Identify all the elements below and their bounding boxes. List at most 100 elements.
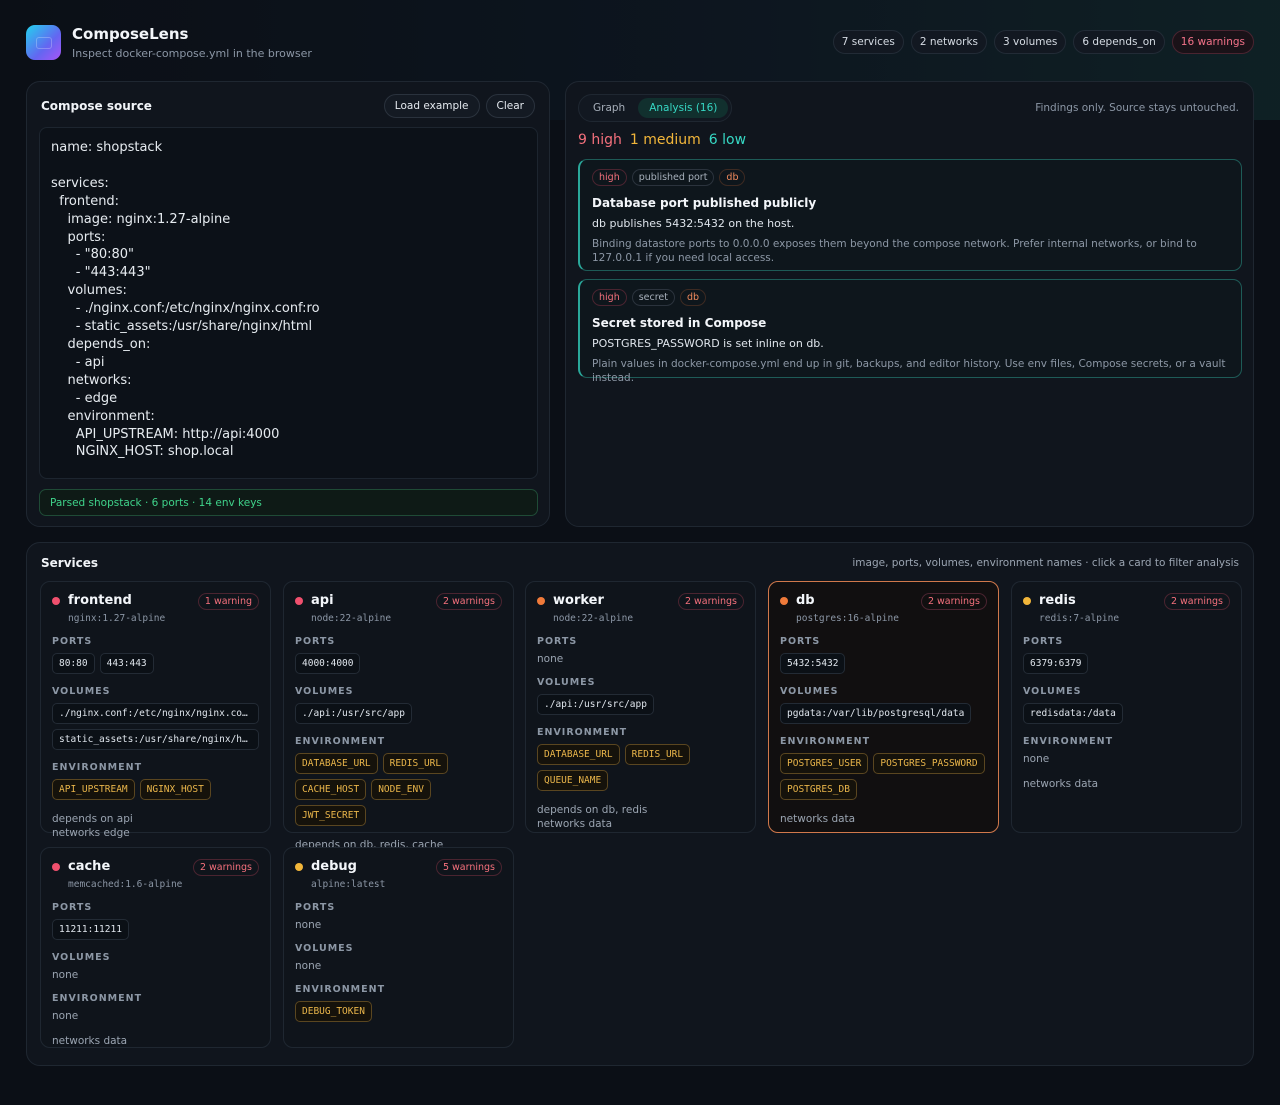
service-card-worker[interactable]: worker 2 warnings node:22-alpine PORTS none V…	[525, 581, 756, 833]
service-image: memcached:1.6-alpine	[68, 879, 183, 890]
service-card-header: cache 2 warnings	[52, 859, 259, 876]
service-name: db	[796, 593, 815, 608]
service-name-wrap: redis	[1023, 593, 1076, 608]
service-name-wrap: api	[295, 593, 334, 608]
service-card-cache[interactable]: cache 2 warnings memcached:1.6-alpine PORTS…	[40, 847, 271, 1048]
ports-list: 5432:5432	[780, 653, 987, 674]
service-image: redis:7-alpine	[1039, 613, 1120, 624]
ports-list: 4000:4000	[295, 653, 502, 674]
service-image: node:22-alpine	[553, 613, 634, 624]
warning-badge: 2 warnings	[677, 593, 744, 610]
source-header: Compose source Load example Clear	[41, 94, 535, 118]
finding-card[interactable]: high published port db Database port pub…	[578, 159, 1242, 271]
volumes-none: none	[295, 960, 322, 972]
environment-none: none	[52, 1010, 79, 1022]
service-card-header: debug 5 warnings	[295, 859, 502, 876]
service-card-db[interactable]: db 2 warnings postgres:16-alpine PORTS 5432:…	[768, 581, 999, 833]
environment-chip: DATABASE_URL	[537, 744, 620, 765]
tab-analysis[interactable]: Analysis (16)	[638, 98, 729, 118]
service-name: api	[311, 593, 334, 608]
severity-summary: 9 high 1 medium 6 low	[578, 132, 746, 148]
environment-chip: POSTGRES_PASSWORD	[873, 753, 985, 774]
service-name: worker	[553, 593, 604, 608]
ports-label: PORTS	[295, 636, 336, 647]
service-card-header: api 2 warnings	[295, 593, 502, 610]
service-image: postgres:16-alpine	[796, 613, 899, 624]
port-chip: 80:80	[52, 653, 95, 674]
volumes-label: VOLUMES	[295, 686, 354, 697]
service-name: cache	[68, 859, 111, 874]
app-logo-icon	[26, 24, 61, 60]
service-card-redis[interactable]: redis 2 warnings redis:7-alpine PORTS 6379:6…	[1011, 581, 1242, 833]
clear-button[interactable]: Clear	[485, 94, 535, 118]
tab-graph[interactable]: Graph	[582, 98, 636, 118]
environment-chip: NGINX_HOST	[139, 779, 211, 800]
finding-description: POSTGRES_PASSWORD is set inline on db.	[592, 337, 824, 350]
load-example-button[interactable]: Load example	[383, 94, 480, 118]
port-chip: 11211:11211	[52, 919, 129, 940]
warning-badge: 2 warnings	[192, 859, 259, 876]
service-name: debug	[311, 859, 357, 874]
volumes-label: VOLUMES	[52, 952, 111, 963]
volumes-list: ./api:/usr/src/app	[537, 694, 744, 715]
status-dot-icon	[1023, 596, 1031, 605]
volumes-list: pgdata:/var/lib/postgresql/data	[780, 703, 987, 724]
environment-none: none	[1023, 753, 1050, 765]
status-dot-icon	[295, 862, 303, 871]
ports-list: 6379:6379	[1023, 653, 1230, 674]
finding-severity-tag: high	[592, 169, 627, 186]
service-name: frontend	[68, 593, 132, 608]
finding-recommendation: Binding datastore ports to 0.0.0.0 expos…	[592, 238, 1197, 264]
environment-label: ENVIRONMENT	[52, 993, 143, 1004]
compose-editor[interactable]: name: shopstack services: frontend: imag…	[39, 127, 538, 479]
analysis-header: Graph Analysis (16) Findings only. Sourc…	[578, 94, 1239, 122]
service-card-frontend[interactable]: frontend 1 warning nginx:1.27-alpine PORTS 8…	[40, 581, 271, 839]
finding-tags: high secret db	[592, 289, 1229, 306]
environment-label: ENVIRONMENT	[52, 762, 143, 773]
volumes-label: VOLUMES	[295, 943, 354, 954]
networks-text: networks edge	[52, 827, 130, 839]
environment-label: ENVIRONMENT	[1023, 736, 1114, 747]
finding-severity-tag: high	[592, 289, 627, 306]
service-image: node:22-alpine	[311, 613, 392, 624]
environment-label: ENVIRONMENT	[537, 727, 628, 738]
environment-list: POSTGRES_USER POSTGRES_PASSWORD POSTGRES_D…	[780, 753, 987, 800]
service-card-debug[interactable]: debug 5 warnings alpine:latest PORTS none VOL…	[283, 847, 514, 1048]
port-chip: 4000:4000	[295, 653, 361, 674]
service-name-wrap: db	[780, 593, 815, 608]
compose-code[interactable]: name: shopstack services: frontend: imag…	[51, 139, 526, 461]
status-dot-icon	[52, 596, 60, 605]
service-image: nginx:1.27-alpine	[68, 613, 166, 624]
finding-service-tag: db	[680, 289, 707, 306]
stat-services: 7 services	[832, 30, 904, 54]
stat-networks: 2 networks	[910, 30, 987, 54]
service-card-api[interactable]: api 2 warnings node:22-alpine PORTS 4000:400…	[283, 581, 514, 865]
volumes-label: VOLUMES	[52, 686, 111, 697]
environment-label: ENVIRONMENT	[295, 984, 386, 995]
volumes-label: VOLUMES	[1023, 686, 1082, 697]
analysis-panel: Graph Analysis (16) Findings only. Sourc…	[565, 81, 1254, 527]
finding-card[interactable]: high secret db Secret stored in Compose …	[578, 279, 1242, 384]
ports-label: PORTS	[52, 902, 93, 913]
service-card-header: db 2 warnings	[780, 593, 987, 610]
finding-recommendation: Plain values in docker-compose.yml end u…	[592, 358, 1226, 384]
service-name-wrap: worker	[537, 593, 604, 608]
volumes-list: ./api:/usr/src/app	[295, 703, 502, 724]
parse-status: Parsed shopstack · 6 ports · 14 env keys	[39, 489, 538, 516]
ports-label: PORTS	[780, 636, 821, 647]
finding-title: Database port published publicly	[592, 196, 817, 210]
service-meta: depends on db, redis networks data	[537, 803, 744, 831]
volume-chip: pgdata:/var/lib/postgresql/data	[780, 703, 972, 724]
environment-chip: API_UPSTREAM	[52, 779, 135, 800]
volume-chip: ./nginx.conf:/etc/nginx/nginx.conf:ro	[52, 703, 259, 724]
source-title: Compose source	[41, 99, 152, 113]
status-dot-icon	[537, 596, 545, 605]
networks-text: networks data	[52, 1035, 128, 1047]
environment-list: API_UPSTREAM NGINX_HOST	[52, 779, 259, 800]
environment-label: ENVIRONMENT	[780, 736, 871, 747]
port-chip: 6379:6379	[1023, 653, 1089, 674]
ports-none: none	[537, 653, 564, 665]
environment-chip: JWT_SECRET	[295, 805, 367, 826]
ports-label: PORTS	[537, 636, 578, 647]
service-card-header: redis 2 warnings	[1023, 593, 1230, 610]
